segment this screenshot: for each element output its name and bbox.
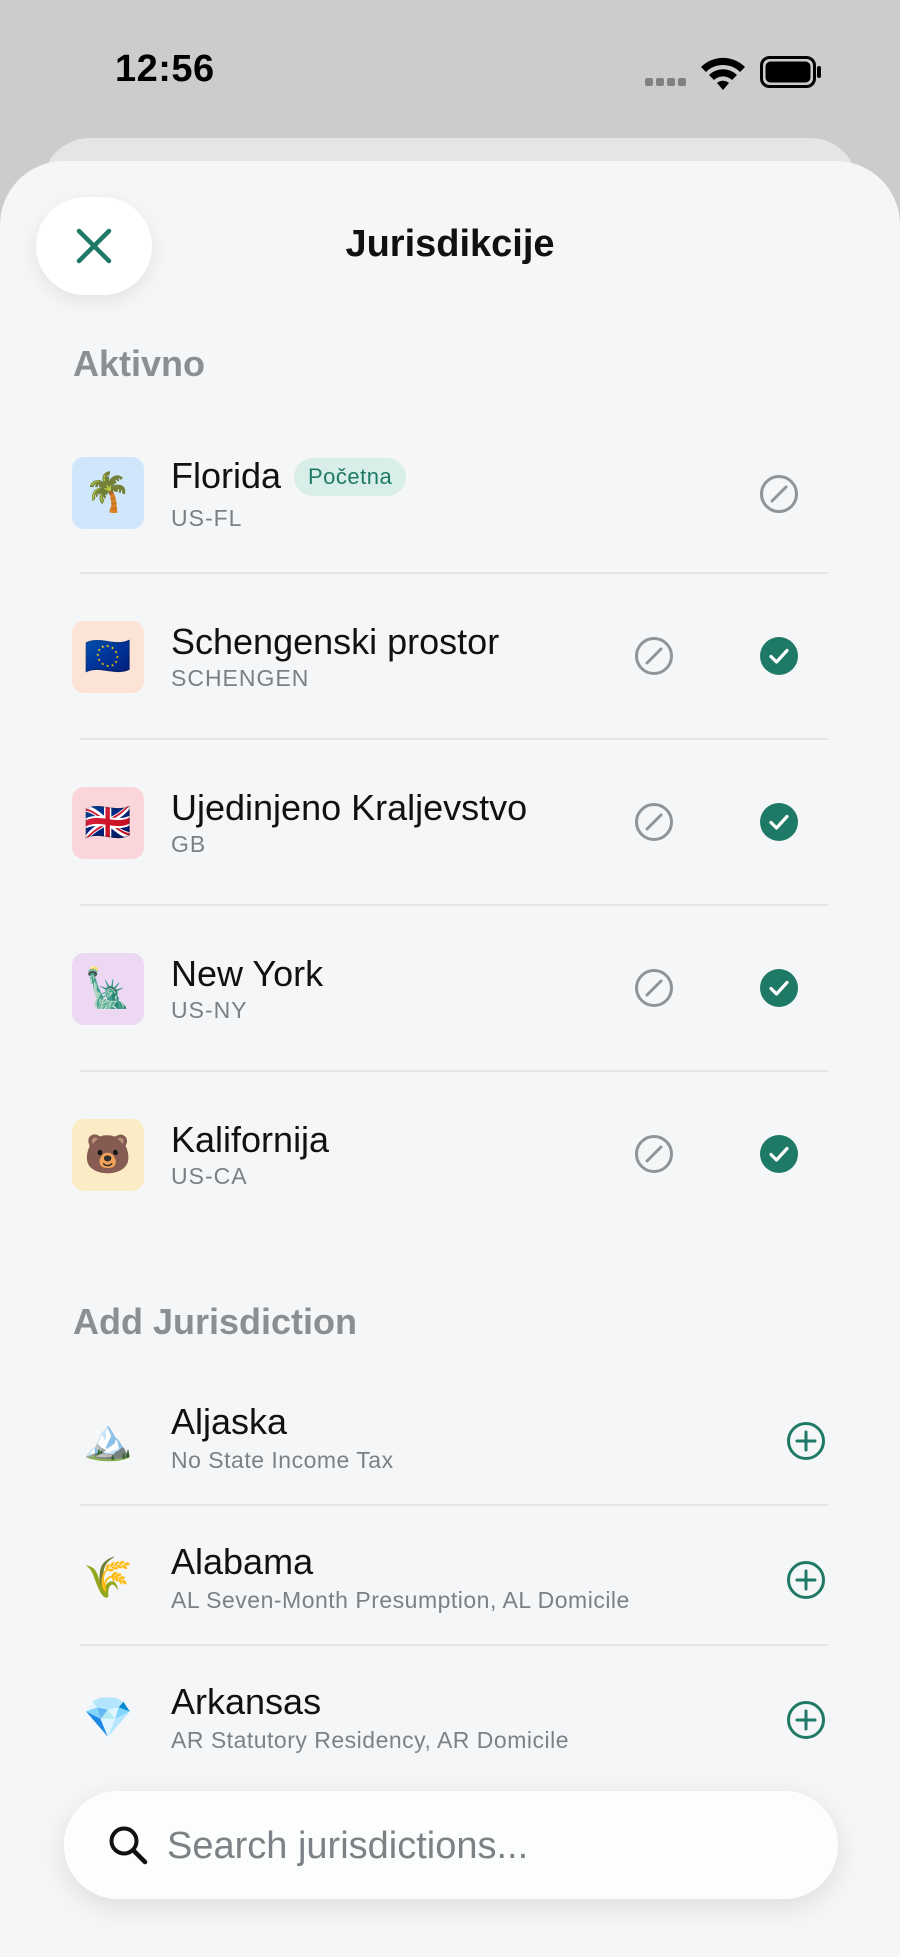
jurisdiction-code: US-NY xyxy=(171,997,248,1023)
status-time: 12:56 xyxy=(115,48,215,90)
active-row-california[interactable]: 🐻 Kalifornija US-CA xyxy=(0,1077,900,1243)
divider xyxy=(80,1504,828,1506)
active-row-florida[interactable]: 🌴 Florida Početna US-FL xyxy=(0,413,900,579)
checkmark-icon[interactable] xyxy=(759,636,799,676)
bear-icon: 🐻 xyxy=(72,1119,144,1191)
checkmark-icon[interactable] xyxy=(759,802,799,842)
jurisdiction-name: Alabama xyxy=(171,1541,314,1582)
jurisdiction-code: SCHENGEN xyxy=(171,665,310,691)
add-icon[interactable] xyxy=(786,1421,826,1461)
divider xyxy=(80,904,828,906)
jurisdiction-code: US-CA xyxy=(171,1163,248,1189)
eu-flag-icon: 🇪🇺 xyxy=(72,621,144,693)
jurisdiction-name: Aljaska xyxy=(171,1401,288,1442)
section-title-active: Aktivno xyxy=(73,343,206,384)
cellular-signal-icon xyxy=(645,78,689,88)
palm-tree-icon: 🌴 xyxy=(72,457,144,529)
search-input[interactable] xyxy=(165,1792,799,1900)
jurisdiction-name: New York xyxy=(171,953,324,994)
jurisdiction-code: GB xyxy=(171,831,207,857)
jurisdiction-name: Arkansas xyxy=(171,1681,322,1722)
jurisdiction-code: US-FL xyxy=(171,505,243,531)
jurisdiction-name: Schengenski prostor xyxy=(171,621,500,662)
wifi-icon xyxy=(701,57,745,90)
search-bar[interactable] xyxy=(64,1791,838,1900)
home-badge: Početna xyxy=(294,458,407,496)
add-row-alaska[interactable]: 🏔️ Aljaska No State Income Tax xyxy=(0,1371,900,1511)
divider xyxy=(80,1070,828,1072)
edit-icon[interactable] xyxy=(634,802,674,842)
active-row-uk[interactable]: 🇬🇧 Ujedinjeno Kraljevstvo GB xyxy=(0,745,900,911)
uk-flag-icon: 🇬🇧 xyxy=(72,787,144,859)
wheat-icon: 🌾 xyxy=(83,1555,133,1600)
jurisdiction-name: Kalifornija xyxy=(171,1119,330,1160)
add-icon[interactable] xyxy=(786,1560,826,1600)
battery-icon xyxy=(760,56,821,88)
add-row-alabama[interactable]: 🌾 Alabama AL Seven-Month Presumption, AL… xyxy=(0,1511,900,1651)
jurisdictions-sheet: Jurisdikcije Aktivno 🌴 Florida Početna U… xyxy=(0,161,900,1957)
jurisdiction-name: Florida xyxy=(171,455,282,496)
checkmark-icon[interactable] xyxy=(759,968,799,1008)
add-icon[interactable] xyxy=(786,1700,826,1740)
edit-icon[interactable] xyxy=(759,474,799,514)
status-bar: 12:56 xyxy=(0,0,900,140)
active-row-new-york[interactable]: 🗽 New York US-NY xyxy=(0,911,900,1077)
edit-icon[interactable] xyxy=(634,968,674,1008)
divider xyxy=(80,572,828,574)
statue-of-liberty-icon: 🗽 xyxy=(72,953,144,1025)
mountain-icon: 🏔️ xyxy=(83,1417,133,1462)
sheet-title: Jurisdikcije xyxy=(345,223,555,265)
jurisdiction-name: Ujedinjeno Kraljevstvo xyxy=(171,787,528,828)
edit-icon[interactable] xyxy=(634,636,674,676)
divider xyxy=(80,738,828,740)
active-row-schengen[interactable]: 🇪🇺 Schengenski prostor SCHENGEN xyxy=(0,579,900,745)
section-title-add: Add Jurisdiction xyxy=(73,1301,358,1342)
edit-icon[interactable] xyxy=(634,1134,674,1174)
search-icon xyxy=(109,1826,148,1865)
checkmark-icon[interactable] xyxy=(759,1134,799,1174)
jurisdiction-subtitle: No State Income Tax xyxy=(171,1447,394,1473)
divider xyxy=(80,1644,828,1646)
jurisdiction-subtitle: AL Seven-Month Presumption, AL Domicile xyxy=(171,1587,630,1613)
